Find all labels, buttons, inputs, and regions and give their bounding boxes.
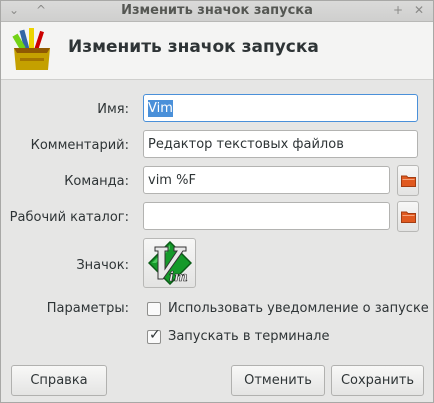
folder-icon — [401, 175, 416, 187]
run-in-terminal-checkbox[interactable]: ✓ — [147, 327, 161, 344]
comment-field[interactable]: Редактор текстовых файлов — [143, 130, 418, 158]
launcher-box-icon — [12, 28, 50, 70]
cancel-button[interactable]: Отменить — [231, 365, 325, 396]
dialog-header: Изменить значок запуска — [1, 22, 433, 80]
edit-launcher-dialog: ⌄ ^ Изменить значок запуска + ✕ Изменить… — [0, 0, 434, 403]
window-title: Изменить значок запуска — [121, 3, 313, 18]
name-label: Имя: — [97, 102, 129, 117]
vim-icon: im — [148, 241, 192, 285]
name-field[interactable]: Vim — [143, 94, 418, 122]
run-in-terminal-label[interactable]: Запускать в терминале — [168, 329, 329, 344]
dialog-content: Имя: Vim Комментарий: Редактор текстовых… — [1, 80, 433, 402]
save-button[interactable]: Сохранить — [331, 365, 424, 396]
workdir-browse-button[interactable] — [397, 201, 419, 232]
command-field[interactable]: vim %F — [143, 166, 390, 194]
folder-icon — [401, 211, 416, 223]
titlebar: ⌄ ^ Изменить значок запуска + ✕ — [1, 1, 433, 22]
comment-label: Комментарий: — [30, 138, 129, 153]
workdir-label: Рабочий каталог: — [9, 210, 129, 225]
name-field-value: Vim — [148, 100, 173, 117]
startup-notify-checkbox[interactable] — [147, 302, 161, 316]
header-title: Изменить значок запуска — [68, 37, 319, 57]
svg-text:im: im — [169, 270, 188, 285]
icon-label: Значок: — [76, 258, 129, 273]
startup-notify-label[interactable]: Использовать уведомление о запуске — [168, 301, 429, 316]
options-label: Параметры: — [46, 301, 129, 316]
checkmark-icon: ✓ — [149, 327, 161, 343]
workdir-field[interactable] — [143, 202, 390, 230]
maximize-icon[interactable]: + — [393, 3, 403, 17]
icon-select-button[interactable]: im — [143, 238, 196, 288]
help-button[interactable]: Справка — [11, 365, 107, 396]
command-label: Команда: — [64, 174, 129, 189]
close-icon[interactable]: ✕ — [414, 3, 424, 17]
command-browse-button[interactable] — [397, 165, 419, 196]
